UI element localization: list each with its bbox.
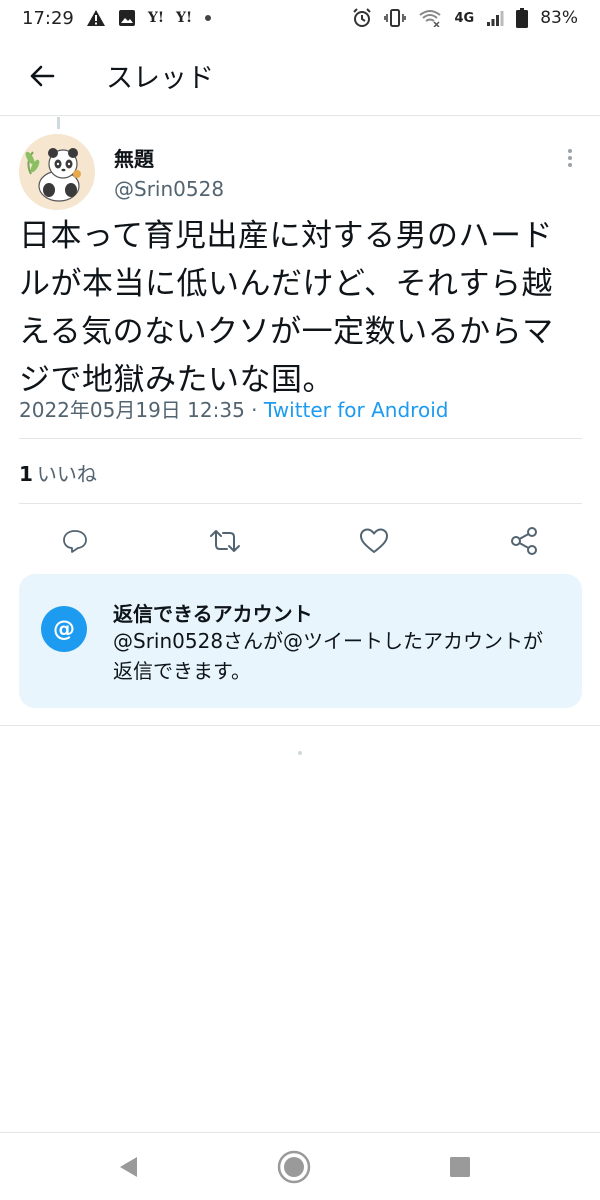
status-time: 17:29 <box>22 7 74 29</box>
tweet-timestamp[interactable]: 2022年05月19日 12:35 <box>19 398 245 422</box>
tweet-source-link[interactable]: Twitter for Android <box>264 398 449 422</box>
system-nav-bar <box>0 1132 600 1200</box>
heart-icon <box>360 528 388 553</box>
back-button[interactable] <box>22 56 62 96</box>
tweet-meta: 2022年05月19日 12:35 · Twitter for Android <box>19 394 448 423</box>
author-handle[interactable]: @Srin0528 <box>114 177 224 201</box>
image-icon <box>118 8 136 28</box>
nav-back-button[interactable] <box>106 1145 150 1189</box>
tweet-text: 日本って育児出産に対する男のハードルが本当に低いんだけど、それすら越える気のない… <box>19 218 554 398</box>
alarm-icon <box>352 8 372 28</box>
divider <box>19 503 582 504</box>
more-dot <box>568 149 572 153</box>
circle-home-icon <box>277 1150 311 1184</box>
share-icon <box>511 527 537 555</box>
likes-count: 1 <box>19 462 33 486</box>
reply-restriction-title: 返信できるアカウント <box>113 602 313 626</box>
reply-restriction-description: @Srin0528さんが@ツイートしたアカウントが返信できます。 <box>113 629 544 683</box>
avatar[interactable] <box>19 134 95 210</box>
panda-avatar-icon <box>19 134 95 210</box>
status-right: 4G 83% <box>352 8 578 28</box>
wifi-icon <box>418 8 442 28</box>
triangle-back-icon <box>120 1157 137 1177</box>
reply-restriction-card: @ 返信できるアカウント @Srin0528さんが@ツイートしたアカウントが返信… <box>19 574 582 708</box>
nav-recents-button[interactable] <box>438 1145 482 1189</box>
yahoo-icon: Y! <box>176 10 193 26</box>
likes-label: いいね <box>36 462 97 486</box>
at-sign-icon: @ <box>41 606 87 652</box>
retweet-icon <box>210 530 240 552</box>
like-button[interactable] <box>354 521 394 561</box>
network-type: 4G <box>454 10 475 26</box>
status-left: 17:29 Y! Y! <box>22 8 212 29</box>
retweet-button[interactable] <box>205 521 245 561</box>
more-dot <box>568 163 572 167</box>
divider <box>19 438 582 439</box>
vibrate-icon <box>384 8 407 28</box>
author-name[interactable]: 無題 <box>114 143 154 172</box>
warning-icon <box>86 8 106 28</box>
square-recents-icon <box>450 1157 470 1177</box>
meta-separator: · <box>244 398 264 422</box>
loading-indicator <box>298 751 302 755</box>
arrow-left-icon <box>30 65 55 86</box>
nav-home-button[interactable] <box>272 1145 316 1189</box>
status-bar: 17:29 Y! Y! 4G 83% <box>0 0 600 36</box>
thread-line <box>57 117 60 129</box>
reply-button[interactable] <box>55 521 95 561</box>
more-options-button[interactable] <box>558 146 582 170</box>
more-dot <box>568 156 572 160</box>
share-button[interactable] <box>504 521 544 561</box>
battery-icon <box>516 8 529 28</box>
dot-icon <box>204 8 212 28</box>
page-title: スレッド <box>106 63 214 94</box>
battery-percent: 83% <box>540 8 578 28</box>
yahoo-icon: Y! <box>147 10 165 26</box>
signal-icon <box>486 8 504 28</box>
section-separator <box>0 725 600 726</box>
likes-row[interactable]: 1 いいね <box>19 458 97 487</box>
reply-icon <box>63 530 87 553</box>
app-header: スレッド <box>0 36 600 116</box>
